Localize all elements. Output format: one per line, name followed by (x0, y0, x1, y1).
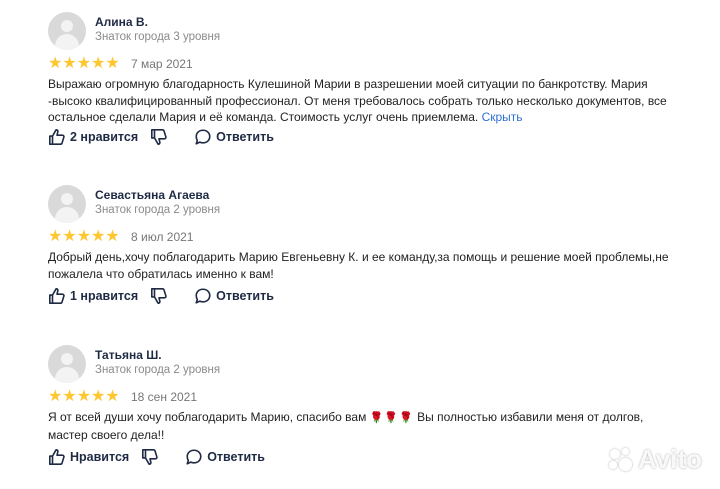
avatar[interactable] (48, 185, 86, 223)
like-button[interactable]: 2 нравится (48, 128, 138, 146)
reply-button[interactable]: Ответить (194, 287, 274, 305)
thumbs-up-icon (48, 287, 65, 305)
thumbs-down-icon (151, 287, 167, 305)
like-button[interactable]: 1 нравится (48, 287, 138, 305)
star-icon: ★ (76, 55, 91, 72)
review-text: Выражаю огромную благодарность Кулешиной… (48, 77, 667, 124)
star-icon: ★ (48, 388, 62, 405)
speech-bubble-icon (195, 129, 211, 145)
review-date: 18 сен 2021 (131, 390, 198, 404)
star-icon: ★ (62, 228, 76, 245)
thumbs-down-icon (151, 128, 167, 146)
star-icon: ★ (48, 55, 62, 72)
star-icon: ★ (62, 55, 76, 72)
like-button[interactable]: Нравится (48, 448, 129, 466)
avatar[interactable] (48, 12, 86, 50)
speech-bubble-icon (195, 288, 211, 304)
star-icon: ★ (105, 55, 119, 72)
reply-button[interactable]: Ответить (185, 448, 265, 466)
dislike-button[interactable] (150, 287, 168, 305)
rating-stars: ★ ★ ★ ★ ★ (48, 228, 120, 245)
review-actions: 1 нравится Ответить (48, 286, 274, 306)
reviewer-name[interactable]: Алина В. (95, 15, 148, 29)
reviewer-name[interactable]: Татьяна Ш. (95, 348, 162, 362)
review-date: 7 мар 2021 (131, 57, 193, 71)
star-icon: ★ (105, 228, 119, 245)
dislike-button[interactable] (141, 448, 159, 466)
review-text: Я от всей души хочу поблагодарить Марию,… (48, 410, 644, 442)
avito-watermark: Avito (608, 444, 702, 475)
reviewer-level: Знаток города 2 уровня (95, 364, 221, 376)
star-icon: ★ (91, 55, 105, 72)
avatar[interactable] (48, 345, 86, 383)
thumbs-down-icon (142, 448, 158, 466)
review-date: 8 июл 2021 (131, 230, 194, 244)
star-icon: ★ (91, 228, 105, 245)
reviewer-level: Знаток города 3 уровня (95, 31, 221, 43)
reply-button[interactable]: Ответить (194, 128, 274, 146)
rose-emoji: 🌹🌹🌹 (369, 412, 414, 424)
review-text: Добрый день,хочу поблагодарить Марию Евг… (48, 250, 669, 281)
dislike-button[interactable] (150, 128, 168, 146)
reviewer-name[interactable]: Севастьяна Агаева (95, 188, 209, 202)
thumbs-up-icon (48, 448, 65, 466)
star-icon: ★ (76, 228, 91, 245)
star-icon: ★ (76, 388, 91, 405)
thumbs-up-icon (48, 128, 65, 146)
rating-stars: ★ ★ ★ ★ ★ (48, 388, 120, 405)
star-icon: ★ (48, 228, 62, 245)
star-icon: ★ (62, 388, 76, 405)
reviewer-level: Знаток города 2 уровня (95, 204, 221, 216)
review-actions: Нравится Ответить (48, 447, 265, 467)
review-actions: 2 нравится Ответить (48, 127, 274, 147)
hide-link[interactable]: Скрыть (482, 110, 523, 124)
star-icon: ★ (105, 388, 119, 405)
star-icon: ★ (91, 388, 105, 405)
avito-logo-icon (608, 447, 634, 473)
speech-bubble-icon (186, 449, 202, 465)
rating-stars: ★ ★ ★ ★ ★ (48, 55, 120, 72)
